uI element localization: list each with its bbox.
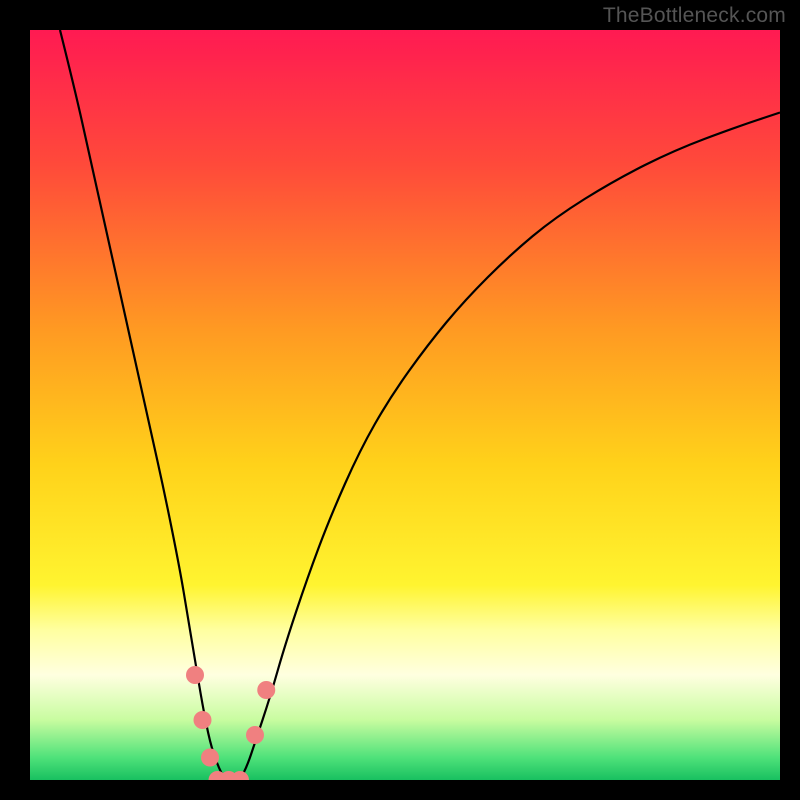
chart-background (30, 30, 780, 780)
marker-dot (246, 726, 264, 744)
marker-dot (257, 681, 275, 699)
watermark-text: TheBottleneck.com (603, 4, 786, 28)
marker-dot (194, 711, 212, 729)
marker-dot (201, 749, 219, 767)
marker-dot (186, 666, 204, 684)
chart-frame: TheBottleneck.com (0, 0, 800, 800)
bottleneck-chart (30, 30, 780, 780)
